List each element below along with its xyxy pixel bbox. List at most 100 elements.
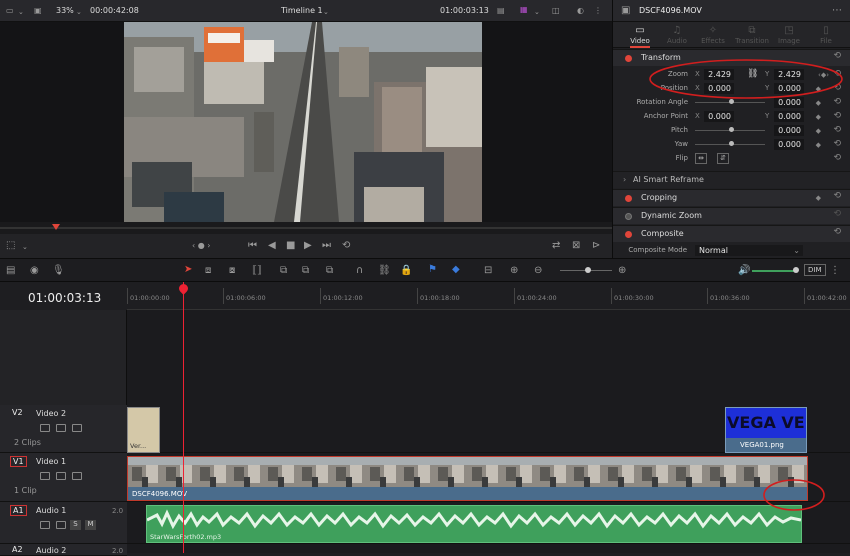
viewer-layout-icon[interactable]: ▭: [6, 6, 14, 16]
track-header-a1[interactable]: A1 Audio 1 2.0 S M: [0, 502, 127, 544]
dynamic-zoom-enable-toggle[interactable]: [625, 213, 632, 220]
clip-overlay-icon[interactable]: ▤: [497, 6, 505, 16]
auto-select-icon[interactable]: [56, 521, 66, 529]
blade-tool-icon[interactable]: ⟦⟧: [252, 266, 262, 276]
zoom-in-icon[interactable]: ⊕: [618, 266, 626, 276]
go-to-end-icon[interactable]: ⏭: [322, 241, 331, 251]
fullscreen-icon[interactable]: ⋮: [594, 6, 602, 16]
microphone-icon[interactable]: 🎙: [52, 266, 65, 276]
track-header-v1[interactable]: V1 Video 1 1 Clip: [0, 453, 127, 502]
ruler-tick-label: 01:00:30:00: [614, 294, 654, 302]
timeline-timecode-area: 01:00:03:13: [0, 282, 127, 310]
composite-mode-value: Normal: [699, 246, 728, 255]
audio-meter-icon[interactable]: ⋮: [830, 266, 840, 276]
track-name-v2[interactable]: Video 2: [36, 409, 66, 418]
play-icon[interactable]: ▶: [304, 241, 312, 251]
volume-slider[interactable]: [752, 270, 796, 272]
overwrite-clip-icon[interactable]: ⧉: [302, 266, 309, 276]
viewer-mode-icon[interactable]: ▣: [34, 6, 42, 16]
zoom-chevron-icon[interactable]: ⌄: [76, 7, 82, 17]
match-frame-icon[interactable]: ⇄: [552, 241, 560, 251]
replace-clip-icon[interactable]: ⧉: [326, 266, 333, 276]
smart-reframe-section[interactable]: › AI Smart Reframe: [613, 171, 850, 188]
dynamic-trim-icon[interactable]: ⧇: [229, 266, 235, 276]
dynamic-zoom-section-header[interactable]: Dynamic Zoom ⟲: [613, 207, 850, 224]
auto-select-icon[interactable]: [56, 472, 66, 480]
linked-selection-icon[interactable]: ⛓: [378, 266, 391, 276]
stacked-icon[interactable]: ◫: [552, 6, 560, 16]
insert-clip-icon[interactable]: ⧉: [280, 266, 287, 276]
viewer-zoom[interactable]: 33%: [56, 6, 74, 15]
marker-icon[interactable]: ◆: [452, 265, 460, 275]
position-lock-icon[interactable]: 🔒: [400, 266, 412, 276]
speaker-icon[interactable]: 🔊: [738, 266, 750, 276]
cropping-title: Cropping: [641, 193, 678, 202]
timeline-playhead[interactable]: [183, 282, 184, 553]
stop-icon[interactable]: ■: [286, 241, 295, 251]
viewer-overlay-icon[interactable]: ▦: [520, 5, 528, 15]
safe-chevron-icon[interactable]: ⌄: [22, 242, 28, 252]
cropping-section-header[interactable]: Cropping ◆ ⟲: [613, 189, 850, 206]
track-header-v2[interactable]: V2 Video 2 2 Clips: [0, 405, 127, 453]
play-reverse-icon[interactable]: ◀: [268, 241, 276, 251]
flag-icon[interactable]: ⚑: [428, 265, 437, 275]
cropping-enable-toggle[interactable]: [625, 195, 632, 202]
track-id-v1[interactable]: V1: [10, 456, 27, 467]
zoom-full-icon[interactable]: ⊟: [484, 266, 492, 276]
ruler-tick-label: 01:00:36:00: [710, 294, 750, 302]
volume-knob[interactable]: [793, 267, 799, 273]
trim-tool-icon[interactable]: ⧈: [205, 266, 211, 276]
inspector-panel: ▣ DSCF4096.MOV ⋯ ▭ Video ♫ Audio ✧ Effects …: [612, 0, 850, 258]
mixer-icon[interactable]: ◉: [30, 266, 39, 276]
chevron-right-icon: ›: [623, 175, 627, 184]
overlay-chevron-icon[interactable]: ⌄: [534, 7, 540, 17]
track-id-a1[interactable]: A1: [10, 505, 27, 516]
track-lock-icon[interactable]: [40, 521, 50, 529]
timeline-name[interactable]: Timeline 1: [281, 6, 323, 15]
snapping-icon[interactable]: ∩: [356, 266, 363, 276]
ruler-tick-label: 01:00:12:00: [323, 294, 363, 302]
viewer[interactable]: [0, 22, 612, 222]
source-timecode: 00:00:42:08: [90, 6, 139, 15]
dim-button[interactable]: DIM: [804, 264, 826, 276]
solo-button[interactable]: S: [70, 520, 81, 530]
zoom-out-icon[interactable]: ⊖: [534, 266, 542, 276]
dynamic-zoom-reset-icon[interactable]: ⟲: [833, 209, 841, 219]
bypass-icon[interactable]: ⊠: [572, 241, 580, 251]
zoom-detail-icon[interactable]: ⊕: [510, 266, 518, 276]
scrubber-playhead[interactable]: [52, 224, 60, 230]
track-name-a1[interactable]: Audio 1: [36, 506, 66, 515]
timeline-zoom-knob[interactable]: [585, 267, 591, 273]
keyframe-icon[interactable]: ◆: [816, 194, 821, 202]
safe-area-icon[interactable]: ⬚: [6, 241, 15, 251]
composite-reset-icon[interactable]: ⟲: [833, 227, 841, 237]
track-header-a2[interactable]: A2 Audio 2 2.0: [0, 544, 127, 556]
disable-track-icon[interactable]: [72, 472, 82, 480]
selection-tool-icon[interactable]: ➤: [184, 265, 192, 275]
chevron-down-icon[interactable]: ⌄: [18, 7, 24, 17]
mute-button[interactable]: M: [85, 520, 96, 530]
timeline-ruler[interactable]: 01:00:00:00 01:00:06:00 01:00:12:00 01:0…: [127, 282, 850, 310]
jog-icon[interactable]: ‹ ● ›: [192, 241, 210, 251]
track-level-a1: 2.0: [112, 507, 124, 515]
composite-section-header[interactable]: Composite ⟲: [613, 225, 850, 242]
track-name-v1[interactable]: Video 1: [36, 457, 66, 466]
composite-enable-toggle[interactable]: [625, 231, 632, 238]
timeline-track-area[interactable]: Ver... VEGA VE VEGA01.png DSCF4096.MOV S…: [127, 310, 850, 553]
timeline-view-options-icon[interactable]: ▤: [6, 266, 15, 276]
auto-select-icon[interactable]: [56, 424, 66, 432]
disable-track-icon[interactable]: [72, 424, 82, 432]
cropping-reset-icon[interactable]: ⟲: [833, 191, 841, 201]
composite-mode-select[interactable]: Normal ⌄: [695, 245, 803, 256]
color-picker-icon[interactable]: ◐: [577, 6, 584, 16]
timeline-chevron-icon[interactable]: ⌄: [323, 7, 329, 17]
loop-icon[interactable]: ⟲: [342, 241, 350, 251]
go-to-start-icon[interactable]: ⏮: [248, 241, 257, 251]
track-clip-count-v1: 1 Clip: [14, 486, 37, 495]
track-lock-icon[interactable]: [40, 472, 50, 480]
track-lock-icon[interactable]: [40, 424, 50, 432]
viewer-scrubber[interactable]: [0, 222, 612, 234]
track-name-a2[interactable]: Audio 2: [36, 546, 66, 555]
next-edit-icon[interactable]: ⊳: [592, 241, 600, 251]
track-headers: V2 Video 2 2 Clips V1 Video 1 1 Clip A1 …: [0, 310, 127, 556]
